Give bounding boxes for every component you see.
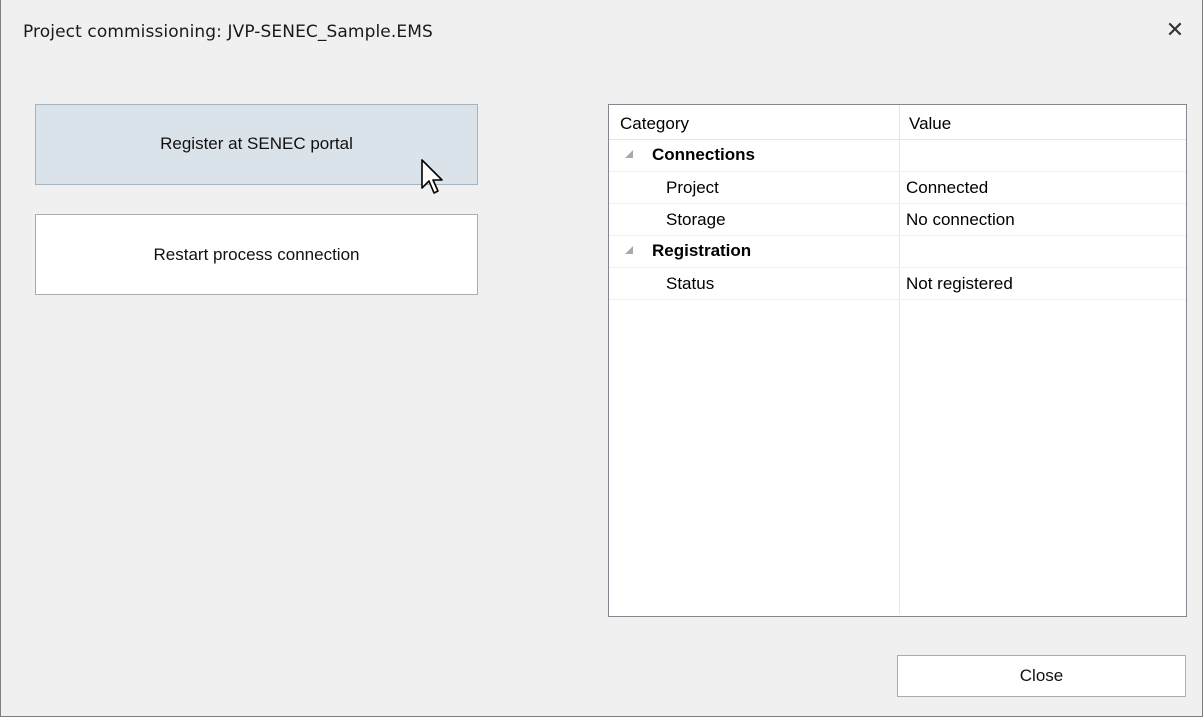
column-header-value: Value <box>909 114 952 133</box>
category-row-connections[interactable]: Connections <box>609 140 1186 172</box>
property-row[interactable]: Status Not registered <box>609 268 1186 300</box>
property-value: Connected <box>906 178 989 197</box>
title-bar: Project commissioning: JVP-SENEC_Sample.… <box>1 0 1202 62</box>
property-grid[interactable]: Category Value Connections Project Conne… <box>608 104 1187 617</box>
property-row[interactable]: Project Connected <box>609 172 1186 204</box>
grid-header: Category Value <box>609 105 1186 140</box>
property-row[interactable]: Storage No connection <box>609 204 1186 236</box>
commissioning-dialog: Project commissioning: JVP-SENEC_Sample.… <box>0 0 1203 717</box>
register-portal-button[interactable]: Register at SENEC portal <box>35 104 478 185</box>
category-label: Connections <box>652 145 755 164</box>
category-label: Registration <box>652 241 752 260</box>
mouse-pointer-icon <box>421 159 443 194</box>
restart-connection-button[interactable]: Restart process connection <box>35 214 478 295</box>
property-name: Status <box>666 274 715 293</box>
property-value: No connection <box>906 210 1015 229</box>
column-header-category: Category <box>620 114 689 133</box>
collapse-triangle-icon[interactable] <box>624 245 634 255</box>
collapse-triangle-icon[interactable] <box>624 149 634 159</box>
property-name: Storage <box>666 210 726 229</box>
property-value: Not registered <box>906 274 1013 293</box>
close-icon[interactable]: ✕ <box>1161 16 1189 46</box>
window-title: Project commissioning: JVP-SENEC_Sample.… <box>23 22 433 42</box>
category-row-registration[interactable]: Registration <box>609 236 1186 268</box>
property-name: Project <box>666 178 719 197</box>
close-button[interactable]: Close <box>897 655 1186 697</box>
